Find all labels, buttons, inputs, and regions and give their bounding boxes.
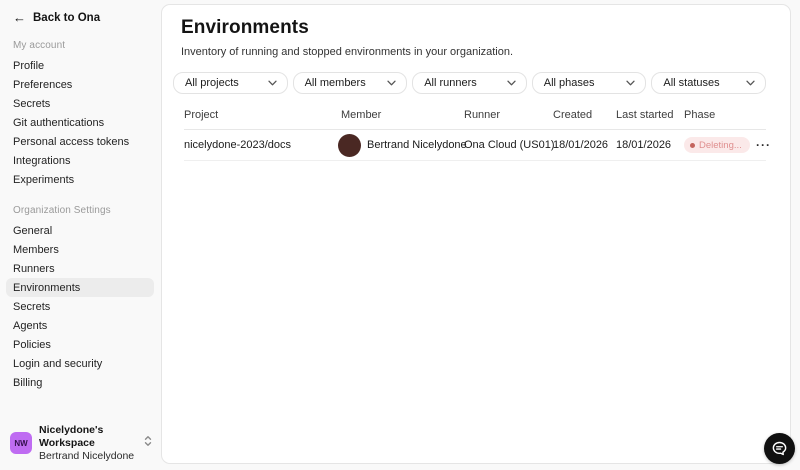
page-description: Inventory of running and stopped environ…	[181, 46, 514, 58]
member-avatar	[338, 133, 361, 157]
sidebar-item-policies[interactable]: Policies	[6, 335, 154, 354]
member-name: Bertrand Nicelydone	[367, 139, 467, 151]
workspace-select-updown-icon	[144, 434, 152, 452]
cell-runner: Ona Cloud (US01)	[464, 139, 555, 151]
workspace-avatar: NW	[10, 432, 32, 455]
sidebar-item-members[interactable]: Members	[6, 240, 154, 259]
cell-phase: Deleting...	[684, 137, 756, 153]
column-header-created: Created	[553, 109, 593, 121]
column-header-project: Project	[184, 109, 219, 121]
column-header-member: Member	[341, 109, 382, 121]
sidebar-item-environments[interactable]: Environments	[6, 278, 154, 297]
filter-all-members[interactable]: All members	[292, 72, 408, 94]
column-header-last-started: Last started	[616, 109, 674, 121]
chevron-down-icon	[267, 77, 277, 89]
cell-member: Bertrand Nicelydone	[338, 133, 467, 157]
environments-table: Project Member Runner Created Last start…	[184, 100, 770, 161]
section-label-organization-settings: Organization Settings	[13, 205, 111, 216]
chat-help-button[interactable]	[764, 433, 795, 464]
sidebar-item-billing[interactable]: Billing	[6, 373, 154, 392]
sidebar-item-agents[interactable]: Agents	[6, 316, 154, 335]
chevron-down-icon	[387, 77, 396, 89]
filter-all-statuses[interactable]: All statuses	[651, 72, 766, 94]
sidebar-item-secrets[interactable]: Secrets	[6, 94, 154, 113]
workspace-name: Nicelydone's Workspace	[39, 423, 104, 449]
workspace-switcher[interactable]: NW Nicelydone's Workspace Bertrand Nicel…	[0, 424, 160, 463]
sidebar: ← Back to Ona My account Profile Prefere…	[0, 0, 160, 470]
row-actions-ellipsis-icon[interactable]: ···	[756, 139, 771, 151]
chat-bubble-icon	[771, 440, 788, 457]
sidebar-item-login-and-security[interactable]: Login and security	[6, 354, 154, 373]
status-dot-icon	[690, 142, 695, 148]
sidebar-item-org-secrets[interactable]: Secrets	[6, 297, 154, 316]
status-badge-label: Deleting...	[699, 139, 742, 151]
sidebar-item-experiments[interactable]: Experiments	[6, 170, 154, 189]
page-title: Environments	[181, 17, 309, 38]
sidebar-item-git-authentications[interactable]: Git authentications	[6, 113, 154, 132]
chevron-down-icon	[746, 77, 755, 89]
table-header-row: Project Member Runner Created Last start…	[184, 100, 766, 130]
section-label-my-account: My account	[13, 40, 66, 51]
filters-row: All projects All members All runners All…	[173, 72, 766, 94]
filter-all-runners[interactable]: All runners	[412, 72, 527, 94]
back-arrow-icon: ←	[13, 10, 26, 25]
column-header-phase: Phase	[684, 109, 716, 121]
cell-project: nicelydone-2023/docs	[184, 139, 292, 151]
chevron-down-icon	[626, 77, 636, 89]
sidebar-item-preferences[interactable]: Preferences	[6, 75, 154, 94]
chevron-down-icon	[507, 77, 516, 89]
table-row[interactable]: nicelydone-2023/docs Bertrand Nicelydone…	[184, 130, 770, 161]
sidebar-item-profile[interactable]: Profile	[6, 56, 154, 75]
sidebar-item-runners[interactable]: Runners	[6, 259, 154, 278]
sidebar-item-general[interactable]: General	[6, 221, 154, 240]
filter-all-projects[interactable]: All projects	[173, 72, 288, 94]
cell-last-started: 18/01/2026	[616, 139, 672, 151]
back-link-label: Back to Ona	[33, 11, 101, 24]
column-header-runner: Runner	[464, 109, 501, 121]
back-to-ona-link[interactable]: ← Back to Ona	[13, 11, 147, 24]
filter-all-phases[interactable]: All phases	[531, 72, 647, 94]
environments-panel: Environments Inventory of running and st…	[161, 4, 791, 464]
workspace-member-name: Bertrand Nicelydone	[39, 449, 135, 462]
cell-created: 18/01/2026	[553, 139, 609, 151]
sidebar-item-personal-access-tokens[interactable]: Personal access tokens	[6, 132, 154, 151]
status-badge: Deleting...	[684, 137, 750, 153]
sidebar-item-integrations[interactable]: Integrations	[6, 151, 154, 170]
